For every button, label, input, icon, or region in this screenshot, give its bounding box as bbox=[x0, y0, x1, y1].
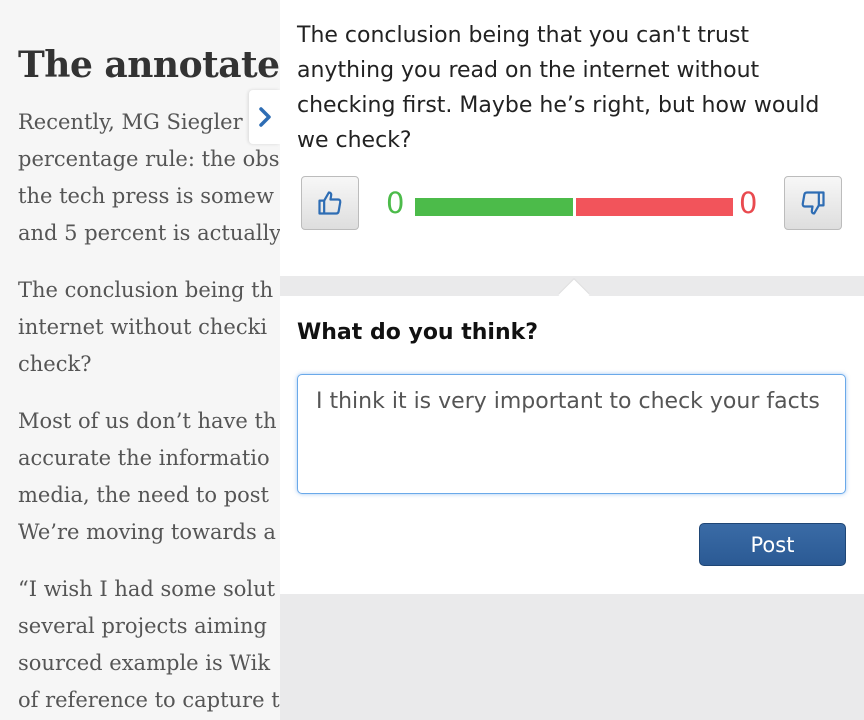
quote-text: The conclusion being that you can't trus… bbox=[297, 23, 820, 153]
comment-input[interactable]: I think it is very important to check yo… bbox=[297, 374, 846, 494]
thumbs-up-icon bbox=[318, 191, 342, 215]
disagree-bar bbox=[576, 198, 733, 216]
thumbs-down-icon bbox=[801, 191, 825, 215]
downvote-count: 0 bbox=[739, 186, 758, 220]
vote-row: 0 0 bbox=[301, 176, 843, 232]
quote-card: The conclusion being that you can't trus… bbox=[280, 0, 864, 276]
comment-heading: What do you think? bbox=[297, 320, 539, 345]
annotation-panel: The conclusion being that you can't trus… bbox=[280, 0, 864, 720]
upvote-button[interactable] bbox=[301, 176, 359, 230]
collapse-panel-tab[interactable] bbox=[249, 90, 280, 144]
chevron-right-icon bbox=[258, 107, 271, 127]
downvote-button[interactable] bbox=[784, 176, 842, 230]
upvote-count: 0 bbox=[386, 186, 405, 220]
agree-bar bbox=[415, 198, 573, 216]
comment-card: What do you think? I think it is very im… bbox=[280, 296, 864, 594]
post-button[interactable]: Post bbox=[699, 523, 846, 566]
